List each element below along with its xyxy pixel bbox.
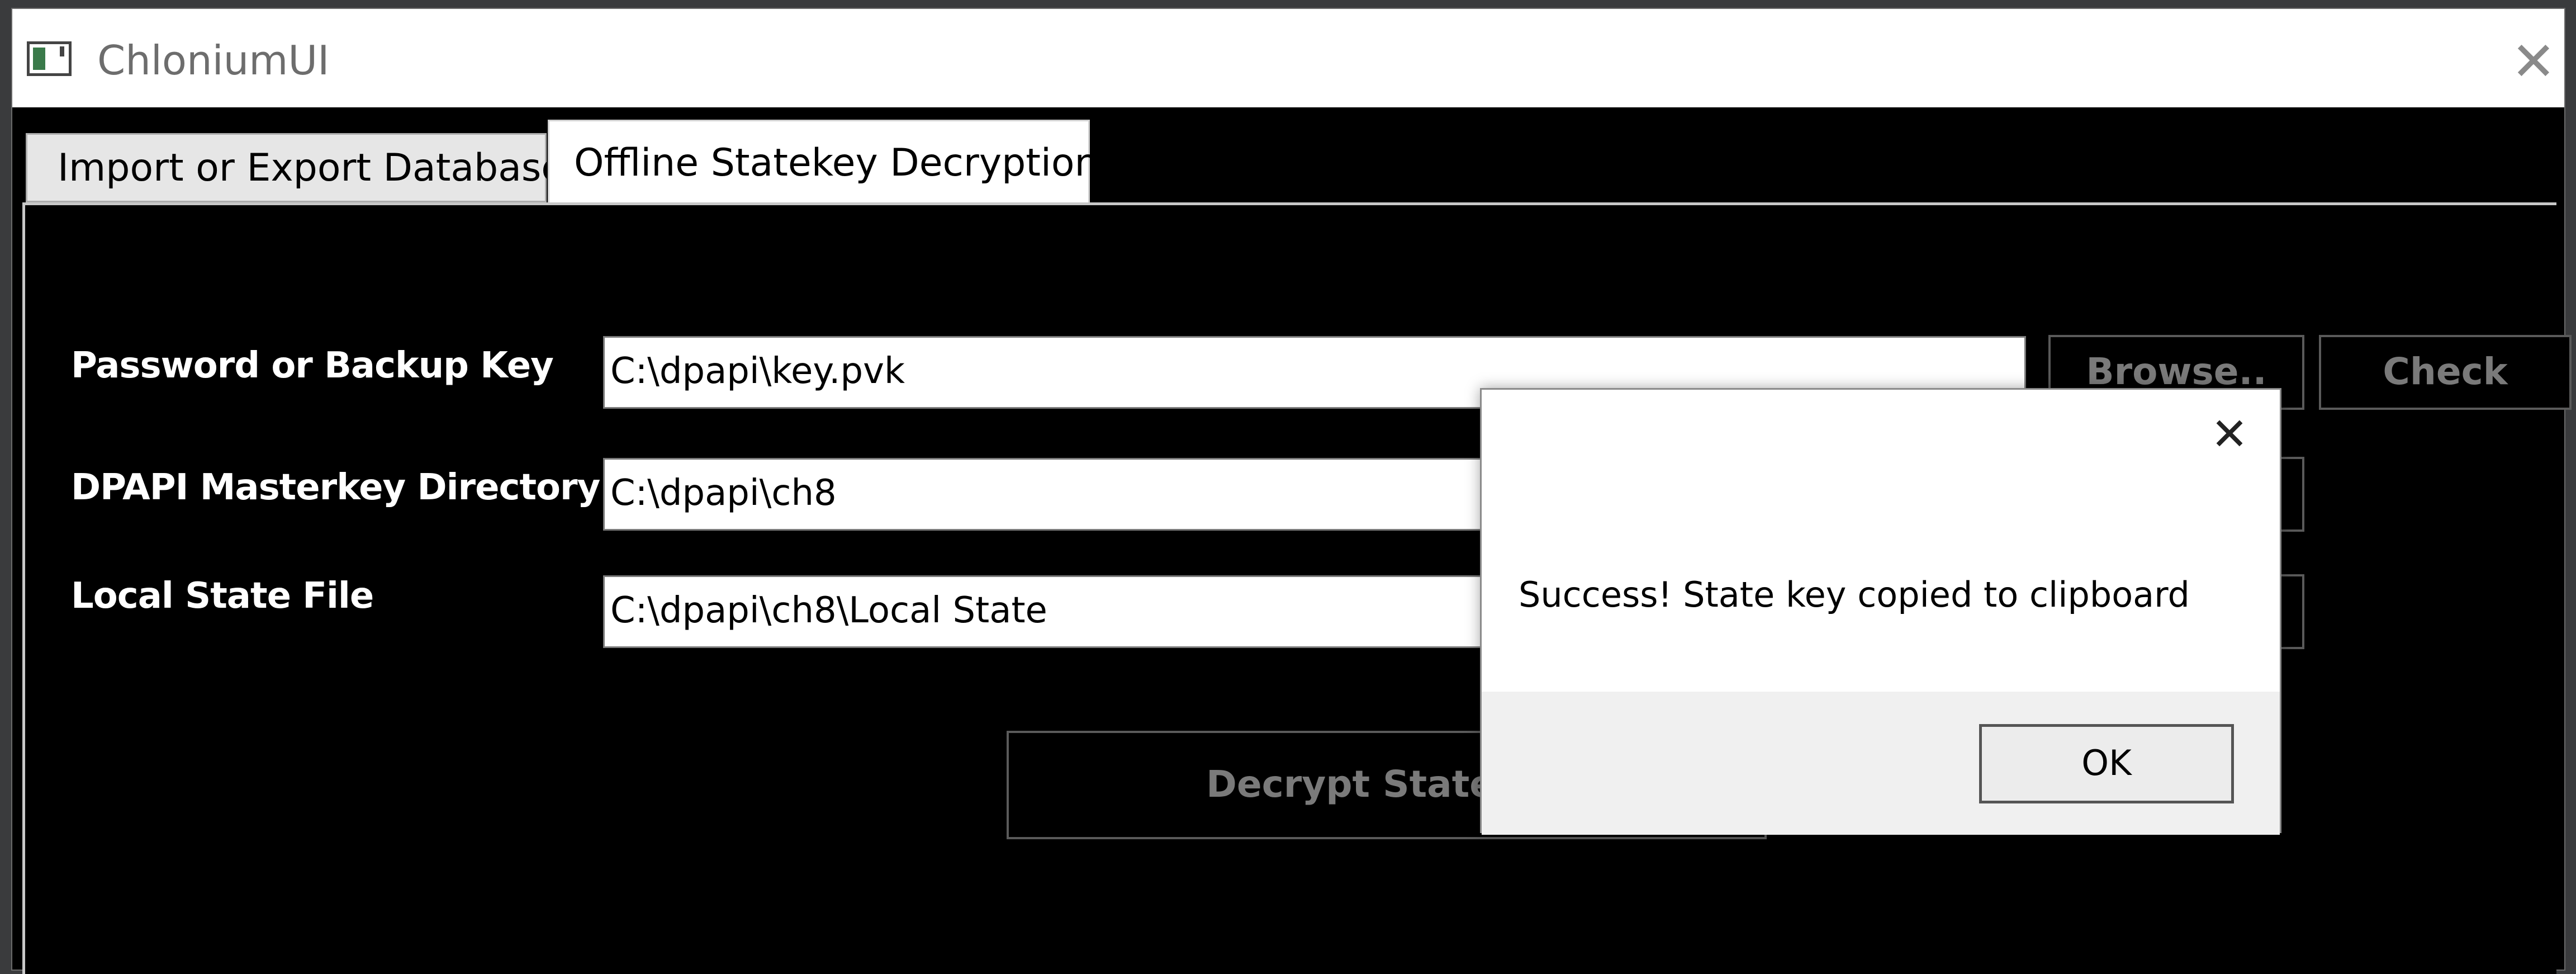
- local-state-label: Local State File: [71, 575, 374, 617]
- window-title: ChloniumUI: [97, 37, 330, 84]
- tab-import-export-database[interactable]: Import or Export Database: [26, 133, 564, 202]
- dialog-footer: OK: [1482, 692, 2280, 835]
- ok-button[interactable]: OK: [1979, 724, 2234, 803]
- title-bar[interactable]: ChloniumUI ✕: [12, 9, 2564, 107]
- app-window-icon: [27, 41, 72, 76]
- dialog-message: Success! State key copied to clipboard: [1519, 574, 2190, 615]
- success-dialog: ✕ Success! State key copied to clipboard…: [1480, 388, 2281, 835]
- close-icon[interactable]: ✕: [2503, 28, 2564, 95]
- masterkey-label: DPAPI Masterkey Directory: [71, 467, 600, 508]
- dialog-close-icon[interactable]: ✕: [2202, 406, 2257, 462]
- password-label: Password or Backup Key: [71, 345, 554, 386]
- tab-offline-statekey-decryption[interactable]: Offline Statekey Decryption: [548, 120, 1099, 208]
- check-button[interactable]: Check: [2319, 335, 2572, 410]
